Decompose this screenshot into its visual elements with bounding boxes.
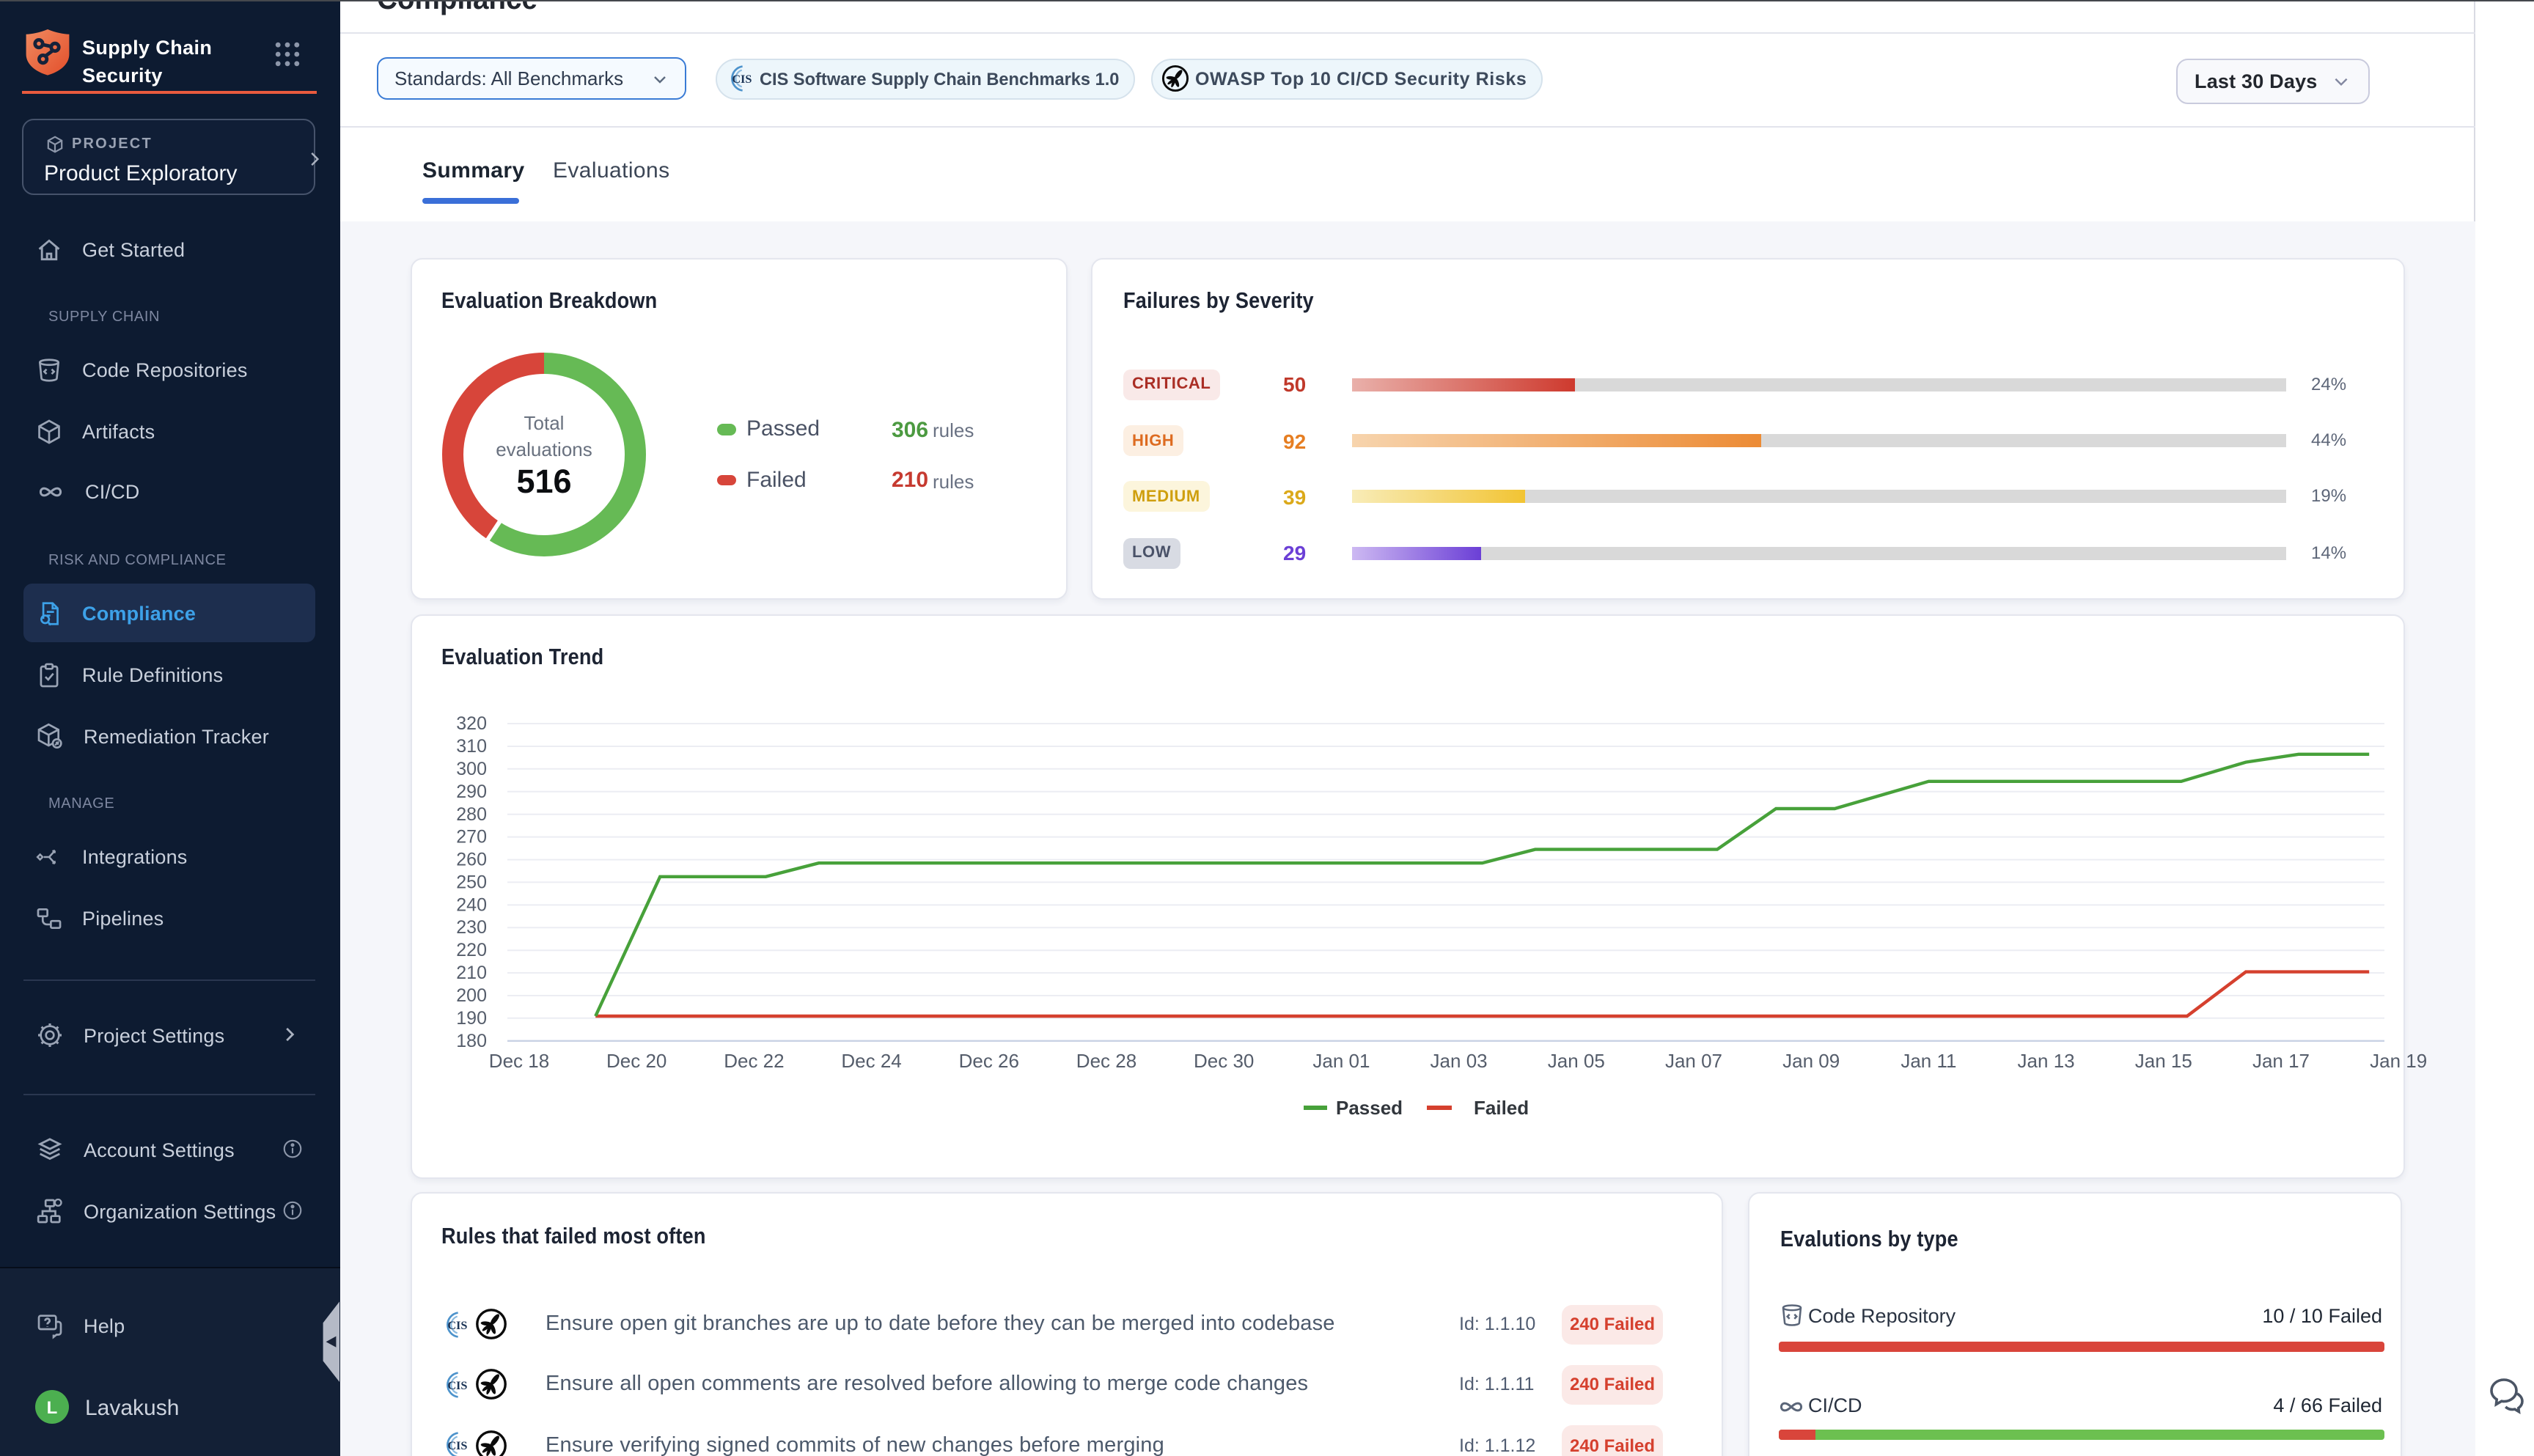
svg-text:Jan 19: Jan 19	[2370, 1049, 2427, 1071]
svg-text:260: 260	[456, 849, 487, 869]
svg-text:300: 300	[456, 758, 487, 779]
svg-text:Jan 01: Jan 01	[1312, 1049, 1370, 1071]
svg-text:310: 310	[456, 735, 487, 756]
svg-text:Jan 07: Jan 07	[1665, 1049, 1722, 1071]
svg-text:Dec 20: Dec 20	[606, 1049, 666, 1071]
svg-text:Dec 18: Dec 18	[489, 1049, 549, 1071]
svg-text:220: 220	[456, 939, 487, 960]
svg-text:320: 320	[456, 713, 487, 733]
svg-text:Jan 15: Jan 15	[2135, 1049, 2192, 1071]
svg-text:290: 290	[456, 781, 487, 801]
svg-text:Jan 11: Jan 11	[1900, 1049, 1956, 1071]
svg-text:Dec 24: Dec 24	[841, 1049, 901, 1071]
svg-text:210: 210	[456, 962, 487, 982]
svg-text:Dec 30: Dec 30	[1194, 1049, 1254, 1071]
svg-text:Dec 22: Dec 22	[724, 1049, 784, 1071]
svg-text:190: 190	[456, 1007, 487, 1028]
svg-text:Jan 09: Jan 09	[1782, 1049, 1840, 1071]
svg-text:Jan 03: Jan 03	[1431, 1049, 1488, 1071]
svg-text:CIS: CIS	[447, 1439, 467, 1453]
svg-text:180: 180	[456, 1030, 487, 1051]
svg-text:CIS: CIS	[447, 1378, 467, 1392]
svg-text:270: 270	[456, 826, 487, 847]
svg-text:Dec 26: Dec 26	[959, 1049, 1019, 1071]
svg-text:240: 240	[456, 894, 487, 914]
svg-text:280: 280	[456, 804, 487, 824]
svg-text:Jan 05: Jan 05	[1548, 1049, 1605, 1071]
svg-text:Jan 17: Jan 17	[2252, 1049, 2310, 1071]
svg-text:200: 200	[456, 985, 487, 1005]
svg-text:230: 230	[456, 916, 487, 937]
svg-text:CIS: CIS	[732, 72, 752, 86]
svg-text:250: 250	[456, 871, 487, 891]
svg-text:Jan 13: Jan 13	[2018, 1049, 2075, 1071]
svg-text:Dec 28: Dec 28	[1076, 1049, 1136, 1071]
svg-text:CIS: CIS	[447, 1317, 467, 1331]
